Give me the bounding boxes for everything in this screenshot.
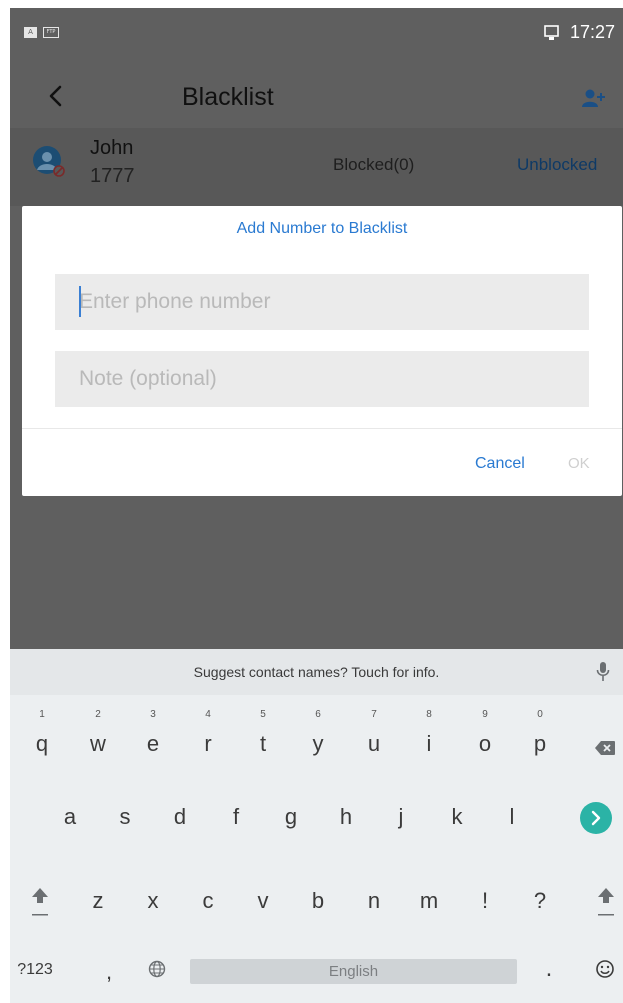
key-h[interactable]: h — [318, 796, 374, 848]
key-d[interactable]: d — [152, 796, 208, 848]
status-ftp-indicator: FTP — [43, 27, 59, 38]
key-k[interactable]: k — [429, 796, 485, 848]
key-l[interactable]: l — [484, 796, 540, 848]
globe-icon — [148, 960, 166, 983]
comma-key[interactable]: , — [94, 959, 124, 985]
suggestion-text: Suggest contact names? Touch for info. — [193, 664, 440, 680]
key-v[interactable]: v — [235, 880, 291, 932]
blacklist-entry[interactable]: John 1777 Blocked(0) Unblocked — [10, 128, 623, 206]
key-e[interactable]: 3e — [125, 695, 181, 773]
key-r[interactable]: 4r — [180, 695, 236, 773]
add-contact-button[interactable] — [582, 88, 610, 110]
mic-icon[interactable] — [596, 661, 610, 683]
backspace-icon — [595, 740, 615, 760]
phone-screen: A FTP 17:27 Blacklist John 1777 Blocked(… — [10, 8, 623, 1003]
dialog-divider — [22, 428, 622, 429]
key-s[interactable]: s — [97, 796, 153, 848]
monitor-icon — [544, 24, 560, 41]
key-i[interactable]: 8i — [401, 695, 457, 773]
cancel-button[interactable]: Cancel — [475, 455, 525, 473]
period-key[interactable]: . — [534, 955, 564, 983]
key-c[interactable]: c — [180, 880, 236, 932]
right-shift-key[interactable] — [594, 884, 618, 924]
key-question[interactable]: ? — [512, 880, 568, 932]
note-input[interactable] — [55, 351, 589, 407]
left-shift-key[interactable] — [28, 884, 52, 924]
status-indicators: A FTP — [24, 27, 59, 38]
unblock-button[interactable]: Unblocked — [517, 155, 597, 175]
status-bar: A FTP 17:27 — [10, 8, 623, 48]
note-field[interactable] — [55, 351, 589, 407]
back-button[interactable] — [40, 80, 70, 116]
back-arrow-icon — [48, 85, 62, 112]
emoji-icon — [595, 959, 615, 984]
key-o[interactable]: 9o — [457, 695, 513, 773]
key-b[interactable]: b — [290, 880, 346, 932]
key-exclamation[interactable]: ! — [457, 880, 513, 932]
status-right: 17:27 — [544, 22, 615, 43]
backspace-key[interactable] — [590, 739, 620, 761]
key-f[interactable]: f — [208, 796, 264, 848]
status-a-indicator: A — [24, 27, 37, 38]
phone-number-input[interactable] — [55, 274, 589, 330]
key-a[interactable]: a — [42, 796, 98, 848]
soft-keyboard: Suggest contact names? Touch for info. 1… — [10, 649, 623, 1003]
key-x[interactable]: x — [125, 880, 181, 932]
key-y[interactable]: 6y — [290, 695, 346, 773]
toolbar: Blacklist — [10, 66, 623, 128]
key-q[interactable]: 1q — [14, 695, 70, 773]
blocked-count: Blocked(0) — [333, 155, 415, 174]
key-z[interactable]: z — [70, 880, 126, 932]
contact-blocked-icon — [32, 145, 66, 179]
shift-icon — [597, 887, 615, 922]
key-u[interactable]: 7u — [346, 695, 402, 773]
contact-name: John — [90, 137, 134, 159]
key-g[interactable]: g — [263, 796, 319, 848]
add-contact-icon — [582, 89, 606, 112]
key-m[interactable]: m — [401, 880, 457, 932]
shift-icon — [31, 887, 49, 922]
key-p[interactable]: 0p — [512, 695, 568, 773]
contact-number: 1777 — [90, 165, 135, 187]
key-n[interactable]: n — [346, 880, 402, 932]
enter-key[interactable] — [580, 801, 612, 839]
add-number-dialog: Add Number to Blacklist Cancel OK — [22, 206, 622, 496]
dialog-title: Add Number to Blacklist — [236, 220, 408, 237]
key-t[interactable]: 5t — [235, 695, 291, 773]
phone-number-field[interactable] — [55, 274, 589, 330]
space-label: English — [328, 963, 379, 980]
enter-icon — [580, 801, 612, 839]
ok-button[interactable]: OK — [568, 455, 590, 472]
suggestion-strip[interactable]: Suggest contact names? Touch for info. — [10, 649, 623, 695]
page-title: Blacklist — [182, 83, 274, 111]
key-j[interactable]: j — [373, 796, 429, 848]
symbols-key[interactable]: ?123 — [10, 961, 60, 979]
key-w[interactable]: 2w — [70, 695, 126, 773]
text-cursor — [79, 286, 81, 317]
status-time: 17:27 — [569, 22, 615, 42]
emoji-key[interactable] — [594, 959, 616, 984]
language-key[interactable] — [147, 960, 167, 983]
space-bar[interactable]: English — [190, 959, 517, 984]
